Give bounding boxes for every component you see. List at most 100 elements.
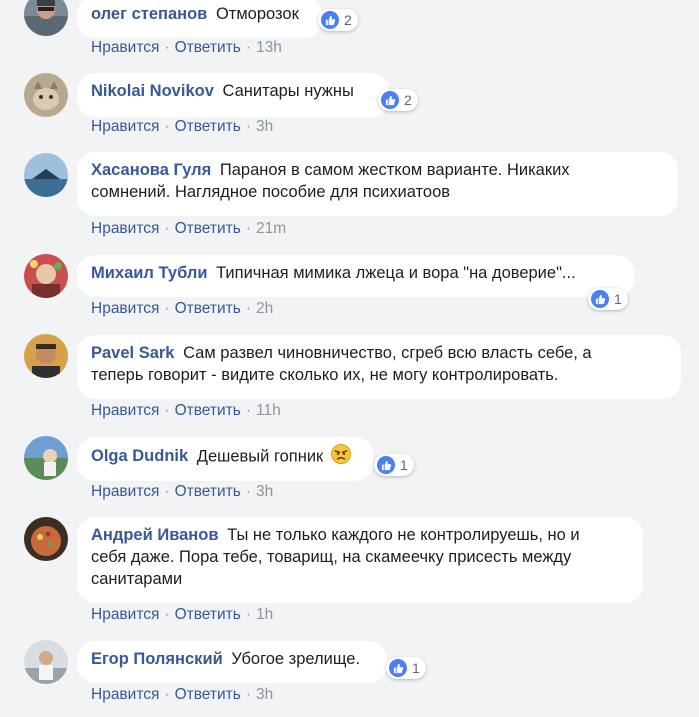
- reaction-count[interactable]: 1: [588, 288, 628, 310]
- separator: ·: [245, 402, 252, 419]
- separator: ·: [164, 483, 170, 500]
- timestamp[interactable]: 3h: [256, 483, 273, 500]
- comment-author[interactable]: Nikolai Novikov: [91, 82, 214, 100]
- separator: ·: [164, 39, 170, 56]
- separator: ·: [164, 402, 170, 419]
- separator: ·: [164, 686, 170, 703]
- comments-feed: олег степанов Отморозок 2 Нравится · Ответ…: [0, 0, 699, 717]
- thumbs-up-icon: [381, 91, 399, 109]
- comment-text: Убогое зрелище.: [231, 650, 361, 668]
- timestamp[interactable]: 21m: [256, 220, 286, 237]
- timestamp[interactable]: 3h: [256, 118, 273, 135]
- separator: ·: [245, 118, 252, 135]
- separator: ·: [164, 606, 170, 623]
- comment-bubble: Хасанова Гуля Параноя в самом жестком ва…: [77, 152, 678, 216]
- separator: ·: [245, 483, 252, 500]
- comment-actions: Нравится · Ответить · 3h: [91, 118, 273, 136]
- comment-author[interactable]: Pavel Sark: [91, 344, 174, 362]
- reply-link[interactable]: Ответить: [175, 118, 241, 135]
- separator: ·: [164, 300, 170, 317]
- comment-text: санитарами: [91, 570, 183, 588]
- like-link[interactable]: Нравится: [91, 220, 159, 237]
- comment-text: Дешевый гопник: [196, 447, 324, 466]
- comment-text: Санитары нужны: [222, 82, 354, 100]
- reply-link[interactable]: Ответить: [175, 300, 241, 317]
- like-link[interactable]: Нравится: [91, 606, 159, 623]
- thumbs-up-icon: [389, 659, 407, 677]
- reply-link[interactable]: Ответить: [175, 606, 241, 623]
- like-link[interactable]: Нравится: [91, 118, 159, 135]
- timestamp[interactable]: 3h: [256, 686, 273, 703]
- comment-bubble: Михаил Тубли Типичная мимика лжеца и вор…: [77, 255, 634, 297]
- comment-author[interactable]: Михаил Тубли: [91, 264, 207, 282]
- comment-author[interactable]: Андрей Иванов: [91, 526, 219, 544]
- separator: ·: [245, 686, 252, 703]
- comment-text: Ты не только каждого не контролируешь, н…: [227, 526, 580, 544]
- comment-author[interactable]: Хасанова Гуля: [91, 161, 211, 179]
- comment-actions: Нравится · Ответить · 1h: [91, 606, 273, 624]
- comment-bubble: Андрей Иванов Ты не только каждого не ко…: [77, 517, 643, 603]
- avatar[interactable]: [24, 73, 68, 117]
- timestamp[interactable]: 13h: [256, 39, 282, 56]
- comment-text: Параноя в самом жестком варианте. Никаки…: [219, 161, 570, 179]
- reaction-count[interactable]: 2: [318, 9, 358, 31]
- comment-text: теперь говорит - видите сколько их, не м…: [91, 366, 559, 384]
- avatar[interactable]: [24, 254, 68, 298]
- comment-text: Отморозок: [215, 5, 299, 23]
- timestamp[interactable]: 11h: [256, 402, 281, 419]
- avatar[interactable]: [24, 0, 68, 36]
- reply-link[interactable]: Ответить: [175, 686, 241, 703]
- like-link[interactable]: Нравится: [91, 686, 159, 703]
- reply-link[interactable]: Ответить: [175, 39, 241, 56]
- comment-author[interactable]: Olga Dudnik: [91, 447, 188, 465]
- avatar[interactable]: [24, 153, 68, 197]
- reaction-count[interactable]: 1: [374, 454, 414, 476]
- reply-link[interactable]: Ответить: [175, 220, 241, 237]
- comment-text: Типичная мимика лжеца и вора "на доверие…: [216, 264, 576, 282]
- timestamp[interactable]: 2h: [256, 300, 273, 317]
- comment-actions: Нравится · Ответить · 13h: [91, 39, 282, 57]
- comment-bubble: Nikolai Novikov Санитары нужны: [77, 73, 389, 117]
- reaction-number: 1: [400, 457, 408, 473]
- comment-actions: Нравится · Ответить · 2h: [91, 300, 273, 318]
- reaction-number: 2: [344, 12, 352, 28]
- reaction-number: 1: [614, 291, 622, 307]
- separator: ·: [164, 118, 170, 135]
- separator: ·: [245, 300, 252, 317]
- comment-bubble: Егор Полянский Убогое зрелище.: [77, 641, 387, 683]
- avatar[interactable]: [24, 640, 68, 684]
- comment-author[interactable]: олег степанов: [91, 5, 207, 23]
- comment-actions: Нравится · Ответить · 21m: [91, 220, 286, 238]
- comment-author[interactable]: Егор Полянский: [91, 650, 223, 668]
- reaction-number: 2: [404, 92, 412, 108]
- thumbs-up-icon: [321, 11, 339, 29]
- reply-link[interactable]: Ответить: [175, 483, 241, 500]
- like-link[interactable]: Нравится: [91, 39, 159, 56]
- reaction-count[interactable]: 1: [386, 657, 426, 679]
- avatar[interactable]: [24, 517, 68, 561]
- separator: ·: [245, 39, 252, 56]
- comment-text: себя даже. Пора тебе, товарищ, на скамее…: [91, 548, 572, 566]
- reaction-count[interactable]: 2: [378, 89, 418, 111]
- comment-bubble: олег степанов Отморозок: [77, 0, 322, 38]
- like-link[interactable]: Нравится: [91, 402, 159, 419]
- reply-link[interactable]: Ответить: [175, 402, 241, 419]
- angry-face-icon: [330, 444, 351, 470]
- separator: ·: [164, 220, 170, 237]
- comment-actions: Нравится · Ответить · 11h: [91, 402, 281, 420]
- like-link[interactable]: Нравится: [91, 300, 159, 317]
- separator: ·: [245, 220, 252, 237]
- avatar[interactable]: [24, 334, 68, 378]
- comment-actions: Нравится · Ответить · 3h: [91, 686, 273, 704]
- comment-text: сомнений. Наглядное пособие для психиато…: [91, 183, 451, 201]
- thumbs-up-icon: [377, 456, 395, 474]
- comment-text: Сам развел чиновничество, сгреб всю влас…: [183, 344, 592, 362]
- like-link[interactable]: Нравится: [91, 483, 159, 500]
- timestamp[interactable]: 1h: [256, 606, 273, 623]
- comment-actions: Нравится · Ответить · 3h: [91, 483, 273, 501]
- comment-bubble: Olga Dudnik Дешевый гопник: [77, 437, 373, 481]
- reaction-number: 1: [412, 660, 420, 676]
- comment-bubble: Pavel Sark Сам развел чиновничество, сгр…: [77, 335, 681, 399]
- thumbs-up-icon: [591, 290, 609, 308]
- avatar[interactable]: [24, 436, 68, 480]
